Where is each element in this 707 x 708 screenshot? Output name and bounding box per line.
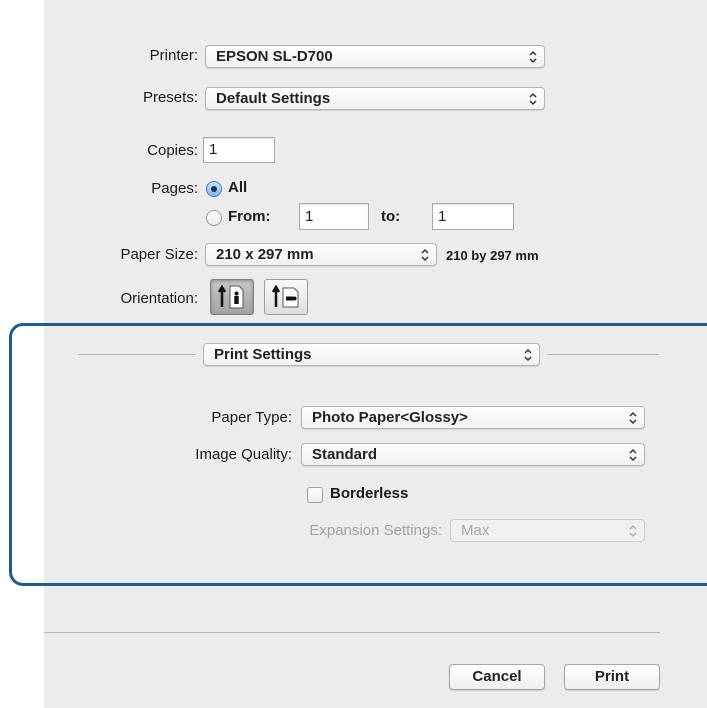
paper-type-popup[interactable]: Photo Paper<Glossy> (301, 406, 645, 429)
section-divider-left (78, 354, 196, 355)
presets-popup[interactable]: Default Settings (205, 87, 545, 110)
pages-from-input[interactable]: 1 (299, 203, 369, 230)
borderless-label: Borderless (330, 485, 409, 502)
pages-all-label: All (228, 179, 248, 196)
expansion-settings-popup[interactable]: Max (450, 519, 645, 542)
paper-size-label: Paper Size: (120, 246, 198, 263)
orientation-landscape-button[interactable] (264, 279, 308, 315)
printer-value: EPSON SL-D700 (216, 48, 333, 65)
updown-arrows-icon (523, 348, 533, 362)
presets-label: Presets: (142, 89, 198, 106)
landscape-orientation-icon (271, 284, 299, 308)
section-divider-right (547, 354, 659, 355)
expansion-settings-value: Max (461, 522, 490, 539)
expansion-settings-label: Expansion Settings: (309, 522, 442, 539)
paper-size-note: 210 by 297 mm (446, 248, 539, 263)
paper-type-label: Paper Type: (211, 409, 292, 426)
printer-label: Printer: (149, 47, 198, 64)
paper-type-value: Photo Paper<Glossy> (312, 409, 468, 426)
pages-all-radio[interactable] (206, 181, 222, 197)
paper-size-value: 210 x 297 mm (216, 246, 314, 263)
updown-arrows-icon (528, 50, 538, 64)
updown-arrows-icon (628, 524, 638, 538)
pages-from-radio[interactable] (206, 210, 222, 226)
updown-arrows-icon (628, 411, 638, 425)
updown-arrows-icon (420, 248, 430, 262)
pages-from-label: From: (228, 208, 271, 225)
borderless-checkbox[interactable] (307, 487, 323, 503)
bottom-divider (44, 632, 660, 633)
print-button[interactable]: Print (564, 664, 660, 690)
orientation-label: Orientation: (120, 290, 198, 307)
updown-arrows-icon (528, 92, 538, 106)
pages-to-input[interactable]: 1 (432, 203, 514, 230)
portrait-orientation-icon (217, 284, 244, 309)
printer-popup[interactable]: EPSON SL-D700 (205, 45, 545, 68)
pages-label: Pages: (151, 180, 198, 197)
image-quality-value: Standard (312, 446, 378, 463)
image-quality-popup[interactable]: Standard (301, 443, 645, 466)
pages-to-label: to: (381, 208, 401, 225)
copies-label: Copies: (147, 142, 198, 159)
print-settings-popup[interactable]: Print Settings (203, 343, 540, 366)
presets-value: Default Settings (216, 90, 331, 107)
updown-arrows-icon (628, 448, 638, 462)
paper-size-popup[interactable]: 210 x 297 mm (205, 243, 437, 266)
orientation-portrait-button[interactable] (210, 279, 254, 315)
copies-input[interactable]: 1 (203, 137, 275, 163)
image-quality-label: Image Quality: (195, 446, 292, 463)
cancel-button[interactable]: Cancel (449, 664, 545, 690)
print-settings-value: Print Settings (214, 346, 312, 363)
